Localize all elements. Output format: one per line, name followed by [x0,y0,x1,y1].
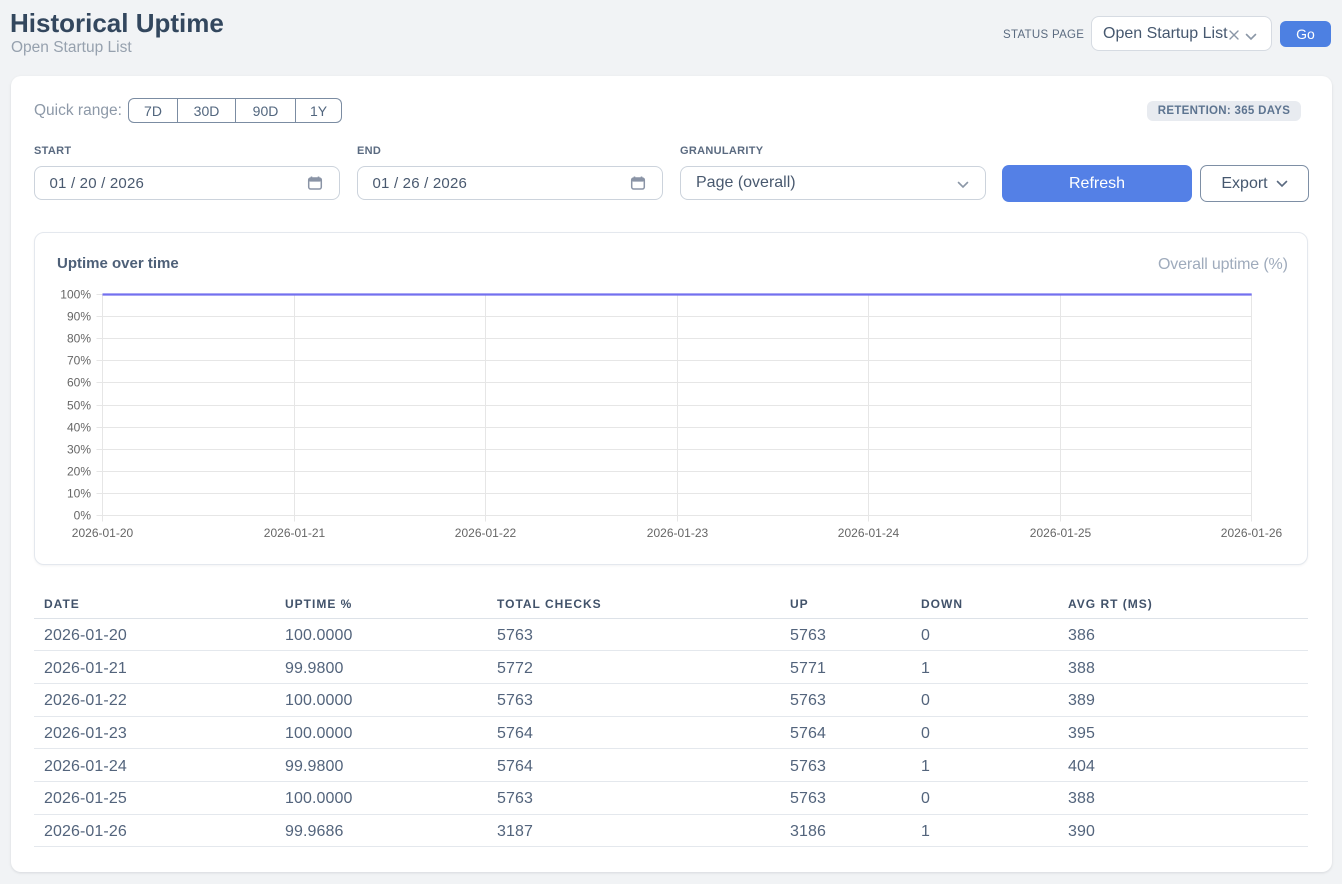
svg-text:2026-01-26: 2026-01-26 [1221,526,1283,540]
svg-text:2026-01-21: 2026-01-21 [264,526,326,540]
svg-text:2026-01-24: 2026-01-24 [838,526,900,540]
svg-text:2026-01-22: 2026-01-22 [455,526,517,540]
svg-text:80%: 80% [67,332,91,346]
svg-text:100%: 100% [60,288,91,302]
svg-text:2026-01-25: 2026-01-25 [1030,526,1092,540]
svg-text:50%: 50% [67,399,91,413]
svg-text:10%: 10% [67,487,91,501]
svg-text:0%: 0% [74,509,92,523]
svg-text:60%: 60% [67,376,91,390]
svg-text:20%: 20% [67,465,91,479]
svg-text:40%: 40% [67,421,91,435]
svg-text:30%: 30% [67,443,91,457]
svg-text:2026-01-23: 2026-01-23 [647,526,709,540]
svg-text:2026-01-20: 2026-01-20 [72,526,134,540]
svg-text:70%: 70% [67,354,91,368]
svg-text:90%: 90% [67,310,91,324]
